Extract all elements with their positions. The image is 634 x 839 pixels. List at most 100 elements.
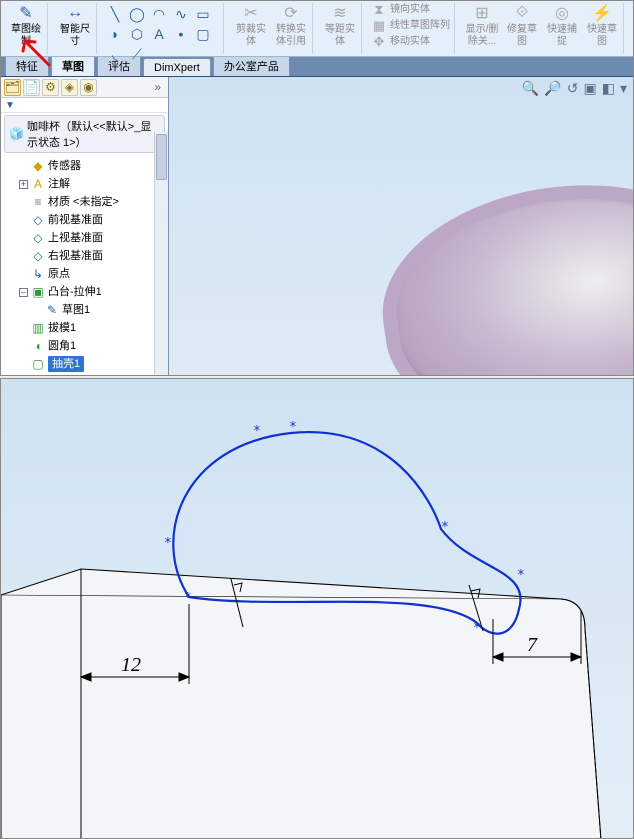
tab-strip: 特征 草图 评估 DimXpert 办公室产品: [1, 57, 633, 77]
pattern-icon: ▦: [372, 19, 386, 33]
rotate-icon[interactable]: ↺: [567, 80, 579, 97]
tree-fillet1[interactable]: ◖圆角1: [7, 337, 168, 355]
tree-extrude1[interactable]: –▣凸台-拉伸1: [7, 283, 168, 301]
annotations-icon: A: [31, 176, 45, 192]
spline-tool-icon[interactable]: ∿: [173, 6, 189, 22]
tree-draft1[interactable]: ▥拔模1: [7, 319, 168, 337]
tree-right-plane[interactable]: ◇右视基准面: [7, 247, 168, 265]
extrude-icon: ▣: [31, 284, 45, 300]
trim-entities-button[interactable]: ✂ 剪裁实 体: [234, 3, 268, 47]
tree-sensors[interactable]: ◆传感器: [7, 157, 168, 175]
ribbon-group-smart-dim: ↔ 智能尺 寸: [54, 3, 97, 54]
tree-annotations[interactable]: +A注解: [7, 175, 168, 193]
plane-icon: ◇: [31, 230, 45, 246]
fm-tab-tree-icon[interactable]: 🗂: [4, 79, 21, 96]
tree-top-plane[interactable]: ◇上视基准面: [7, 229, 168, 247]
ellipse-tool-icon[interactable]: ◗: [107, 26, 123, 42]
display-delete-relations-button[interactable]: ⊞ 显示/删 除关...: [465, 3, 499, 47]
trim-icon: ✂: [241, 3, 261, 23]
feature-manager-pane: 🗂 📄 ⚙ ◈ ◉ » ▼ 🧊 咖啡杯（默认<<默认>_显示状态 1>） ◆传感…: [1, 77, 169, 375]
rapid-sketch-button[interactable]: ⚡ 快速草 图: [585, 3, 619, 47]
sketch-feature-icon: ✎: [45, 302, 59, 318]
fm-tab-property-icon[interactable]: 📄: [23, 79, 40, 96]
bottom-panel-sketch-view[interactable]: * * * * * * * 12 7: [0, 378, 634, 839]
sketch-svg: * * * * * * * 12 7: [1, 379, 634, 839]
tab-office[interactable]: 办公室产品: [213, 54, 290, 76]
rectangle-tool-icon[interactable]: ▭: [195, 6, 211, 22]
scrollbar-thumb[interactable]: [156, 134, 167, 180]
svg-text:*: *: [164, 536, 172, 551]
convert-entities-button[interactable]: ⟳ 转换实 体引用: [274, 3, 308, 47]
dimension-right-value: 7: [527, 634, 538, 656]
svg-text:*: *: [253, 424, 261, 439]
polygon-tool-icon[interactable]: ⬡: [129, 26, 145, 42]
fm-title-text: 咖啡杯（默认<<默认>_显示状态 1>）: [27, 118, 160, 150]
move-icon: ✥: [372, 35, 386, 49]
draw-tool-palette: ╲ ◯ ◠ ∿ ▭ ◗ ⬡ A • ▢ ◟ ⟋: [107, 3, 219, 62]
tree-front-plane[interactable]: ◇前视基准面: [7, 211, 168, 229]
sensors-icon: ◆: [31, 158, 45, 174]
repair-sketch-button[interactable]: ⟐ 修复草 图: [505, 3, 539, 47]
fillet-icon: ◖: [31, 338, 45, 354]
snap-icon: ◎: [552, 3, 572, 23]
fm-title-bar[interactable]: 🧊 咖啡杯（默认<<默认>_显示状态 1>）: [4, 115, 165, 153]
twisty-icon[interactable]: +: [19, 180, 28, 189]
annotation-red-arrow: [19, 37, 53, 67]
slot-tool-icon[interactable]: ▢: [195, 26, 211, 42]
move-entities-button[interactable]: ✥移动实体: [372, 35, 450, 49]
plane-icon: ◇: [31, 248, 45, 264]
sketch-icon: ✎: [16, 3, 36, 23]
dimension-left-value: 12: [121, 654, 141, 676]
section-icon[interactable]: ▣: [584, 80, 597, 97]
rapid-icon: ⚡: [592, 3, 612, 23]
face-outline: [1, 569, 601, 839]
svg-text:*: *: [473, 621, 481, 636]
linear-pattern-button[interactable]: ▦线性草图阵列: [372, 19, 450, 33]
fm-tab-config-icon[interactable]: ⚙: [42, 79, 59, 96]
draft-icon: ▥: [31, 320, 45, 336]
zoom-fit-icon[interactable]: 🔍: [522, 80, 539, 97]
fm-tab-display-icon[interactable]: ◉: [80, 79, 97, 96]
feature-tree: ◆传感器 +A注解 ≡材质 <未指定> ◇前视基准面 ◇上视基准面 ◇右视基准面…: [1, 155, 168, 375]
svg-text:*: *: [184, 591, 192, 606]
fm-expand-chevron-icon[interactable]: »: [154, 80, 165, 94]
tree-sketch1[interactable]: ✎草图1: [7, 301, 168, 319]
mirror-entities-button[interactable]: ⧗镜向实体: [372, 3, 450, 17]
chamfer-tool-icon[interactable]: ⟋: [129, 46, 145, 62]
appearance-icon[interactable]: ▾: [620, 80, 627, 97]
ribbon-group-draw-tools: ╲ ◯ ◠ ∿ ▭ ◗ ⬡ A • ▢ ◟ ⟋: [103, 3, 224, 54]
tree-shell1-label-selected: 抽壳1: [48, 356, 84, 372]
mirror-icon: ⧗: [372, 3, 386, 17]
point-tool-icon[interactable]: •: [173, 26, 189, 42]
offset-icon: ≋: [330, 3, 350, 23]
zoom-area-icon[interactable]: 🔎: [544, 80, 561, 97]
shell-icon: ▢: [31, 356, 45, 372]
ribbon-group-trim-convert: ✂ 剪裁实 体 ⟳ 转换实 体引用: [230, 3, 313, 54]
svg-text:*: *: [517, 568, 525, 583]
repair-icon: ⟐: [512, 3, 532, 23]
tree-material[interactable]: ≡材质 <未指定>: [7, 193, 168, 211]
line-tool-icon[interactable]: ╲: [107, 6, 123, 22]
text-tool-icon[interactable]: A: [151, 26, 167, 42]
offset-entities-button[interactable]: ≋ 等距实 体: [323, 3, 357, 47]
quick-snaps-button[interactable]: ◎ 快速捕 捉: [545, 3, 579, 47]
arc-tool-icon[interactable]: ◠: [151, 6, 167, 22]
fm-filter-bar[interactable]: ▼: [1, 98, 168, 113]
ribbon-group-right: ⊞ 显示/删 除关... ⟐ 修复草 图 ◎ 快速捕 捉 ⚡ 快速草 图: [461, 3, 624, 54]
dimension-icon: ↔: [65, 3, 85, 23]
svg-text:*: *: [289, 420, 297, 435]
model-preview-cup: [368, 163, 633, 375]
twisty-icon[interactable]: –: [19, 288, 28, 297]
ribbon: ✎ 草图绘 制 ↔ 智能尺 寸 ╲ ◯ ◠ ∿ ▭ ◗ ⬡ A: [1, 1, 633, 57]
display-icon[interactable]: ◧: [602, 80, 615, 97]
tree-scrollbar[interactable]: [154, 132, 168, 375]
smart-dimension-button[interactable]: ↔ 智能尺 寸: [58, 3, 92, 47]
fm-tab-dim-icon[interactable]: ◈: [61, 79, 78, 96]
tab-sketch[interactable]: 草图: [51, 54, 95, 76]
heads-up-toolbar: 🔍 🔎 ↺ ▣ ◧ ▾: [522, 80, 627, 97]
circle-tool-icon[interactable]: ◯: [129, 6, 145, 22]
top-panel: ✎ 草图绘 制 ↔ 智能尺 寸 ╲ ◯ ◠ ∿ ▭ ◗ ⬡ A: [0, 0, 634, 376]
fillet-tool-icon[interactable]: ◟: [107, 46, 123, 62]
tree-shell1[interactable]: ▢抽壳1: [7, 355, 168, 373]
tree-origin[interactable]: ↳原点: [7, 265, 168, 283]
